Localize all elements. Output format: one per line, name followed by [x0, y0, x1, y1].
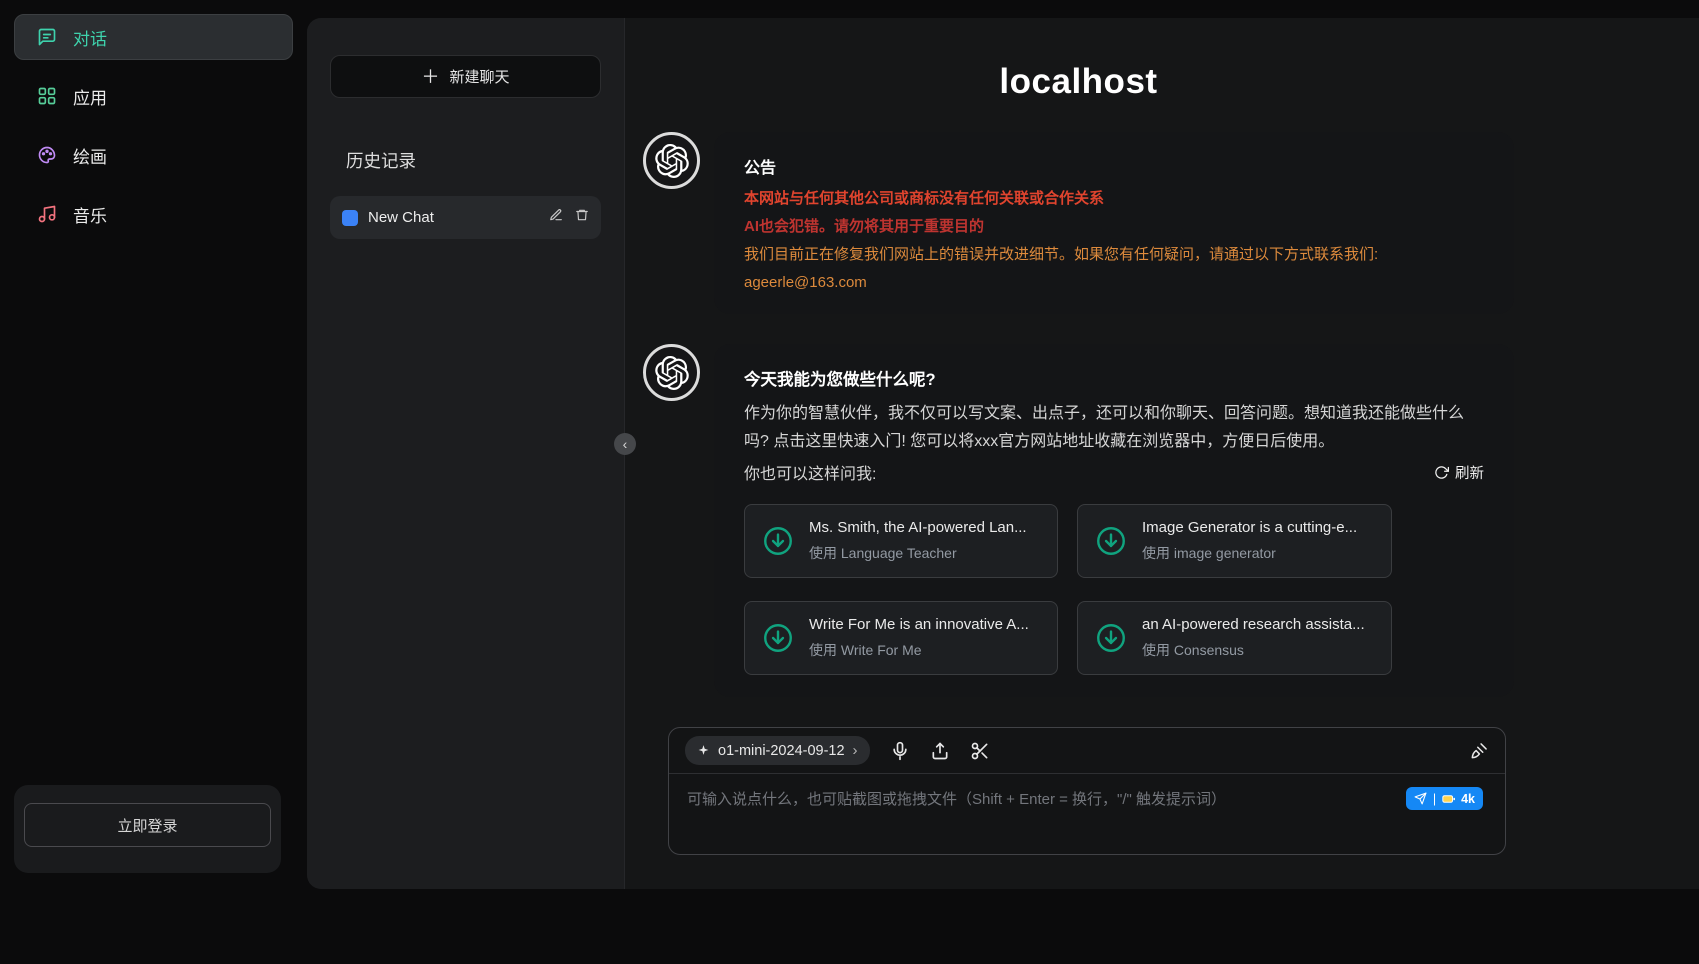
suggestion-subtitle: 使用 Consensus [1142, 640, 1365, 660]
suggestion-card[interactable]: Image Generator is a cutting-e... 使用 ima… [1077, 504, 1392, 578]
announcement-line-1: 本网站与任何其他公司或商标没有任何关联或合作关系 [744, 188, 1484, 209]
suggestion-text: Image Generator is a cutting-e... 使用 ima… [1142, 519, 1357, 563]
sidebar-item-apps[interactable]: 应用 [14, 73, 293, 119]
palette-icon [37, 145, 57, 165]
composer-toolbar: o1-mini-2024-09-12 › [669, 728, 1505, 774]
apps-grid-icon [37, 86, 57, 106]
ask-hint: 你也可以这样问我: [744, 460, 876, 484]
suggestion-grid: Ms. Smith, the AI-powered Lan... 使用 Lang… [744, 504, 1484, 675]
content-panel: ＋ 新建聊天 历史记录 New Chat ‹ [307, 18, 1699, 889]
new-chat-button[interactable]: ＋ 新建聊天 [330, 55, 601, 98]
download-circle-icon [761, 621, 795, 655]
contact-email-link[interactable]: ageerle@163.com [744, 274, 867, 291]
announcement-line-3: 我们目前正在修复我们网站上的错误并改进细节。如果您有任何疑问，请通过以下方式联系… [744, 244, 1484, 265]
announcement-card: 公告 本网站与任何其他公司或商标没有任何关联或合作关系 AI也会犯错。请勿将其用… [714, 132, 1514, 314]
model-selector[interactable]: o1-mini-2024-09-12 › [685, 736, 870, 765]
openai-logo-icon [655, 356, 689, 390]
suggestion-title: Ms. Smith, the AI-powered Lan... [809, 519, 1027, 536]
chevron-left-icon: ‹ [623, 436, 628, 452]
suggestion-subtitle: 使用 Language Teacher [809, 543, 1027, 563]
delete-icon[interactable] [575, 208, 589, 227]
ask-row: 你也可以这样问我: 刷新 [744, 460, 1484, 484]
upload-button[interactable] [930, 741, 950, 761]
chevron-right-icon: › [853, 742, 858, 759]
page-title: localhost [643, 62, 1514, 102]
main-area: localhost 公告 本网站与任何其他公司或商标没有任何关联或合作关系 AI… [625, 18, 1699, 889]
battery-icon [1442, 794, 1455, 804]
download-circle-icon [761, 524, 795, 558]
download-circle-icon [1094, 621, 1128, 655]
sidebar-item-chat[interactable]: 对话 [14, 14, 293, 60]
assistant-avatar [643, 132, 700, 189]
sidebar-item-label: 绘画 [73, 143, 107, 168]
welcome-title: 今天我能为您做些什么呢? [744, 366, 1484, 390]
send-button[interactable]: | 4k [1406, 787, 1483, 810]
plus-icon: ＋ [421, 68, 439, 86]
announcement-line-2: AI也会犯错。请勿将其用于重要目的 [744, 216, 1484, 237]
collapse-sidebar-button[interactable]: ‹ [614, 433, 636, 455]
edit-icon[interactable] [549, 208, 563, 227]
sidebar-item-music[interactable]: 音乐 [14, 191, 293, 237]
suggestion-text: Ms. Smith, the AI-powered Lan... 使用 Lang… [809, 519, 1027, 563]
sidebar: 对话 应用 绘画 音乐 立即登录 [0, 0, 307, 964]
refresh-label: 刷新 [1455, 462, 1484, 483]
suggestion-text: Write For Me is an innovative A... 使用 Wr… [809, 616, 1029, 660]
sidebar-item-label: 音乐 [73, 202, 107, 227]
chat-bubble-icon [37, 27, 57, 47]
suggestion-card[interactable]: Ms. Smith, the AI-powered Lan... 使用 Lang… [744, 504, 1058, 578]
welcome-message: 今天我能为您做些什么呢? 作为你的智慧伙伴，我不仅可以写文案、出点子，还可以和你… [643, 344, 1514, 697]
suggestion-subtitle: 使用 Write For Me [809, 640, 1029, 660]
assistant-avatar [643, 344, 700, 401]
suggestion-text: an AI-powered research assista... 使用 Con… [1142, 616, 1365, 660]
sidebar-item-paint[interactable]: 绘画 [14, 132, 293, 178]
chat-history-item[interactable]: New Chat [330, 196, 601, 239]
refresh-icon [1434, 465, 1449, 480]
clip-button[interactable] [970, 741, 990, 761]
microphone-icon [890, 741, 910, 761]
send-plane-icon [1414, 792, 1427, 805]
broom-icon [1469, 741, 1489, 761]
model-name: o1-mini-2024-09-12 [718, 743, 845, 759]
upload-icon [930, 741, 950, 761]
chat-list-column: ＋ 新建聊天 历史记录 New Chat [307, 18, 625, 889]
composer: o1-mini-2024-09-12 › [668, 727, 1506, 855]
suggestion-title: an AI-powered research assista... [1142, 616, 1365, 633]
chat-item-actions [549, 208, 589, 227]
new-chat-label: 新建聊天 [449, 66, 509, 87]
welcome-card: 今天我能为您做些什么呢? 作为你的智慧伙伴，我不仅可以写文案、出点子，还可以和你… [714, 344, 1514, 697]
sparkle-icon [697, 744, 710, 757]
scissors-icon [970, 741, 990, 761]
sidebar-item-label: 应用 [73, 84, 107, 109]
suggestion-card[interactable]: an AI-powered research assista... 使用 Con… [1077, 601, 1392, 675]
sidebar-item-label: 对话 [73, 25, 107, 50]
chat-avatar-icon [342, 210, 358, 226]
announcement-message: 公告 本网站与任何其他公司或商标没有任何关联或合作关系 AI也会犯错。请勿将其用… [643, 132, 1514, 314]
suggestion-subtitle: 使用 image generator [1142, 543, 1357, 563]
chat-item-title: New Chat [368, 209, 539, 226]
login-card: 立即登录 [14, 785, 281, 873]
input-placeholder: 可输入说点什么，也可贴截图或拖拽文件（Shift + Enter = 换行，"/… [687, 788, 1487, 809]
download-circle-icon [1094, 524, 1128, 558]
music-note-icon [37, 204, 57, 224]
openai-logo-icon [655, 144, 689, 178]
token-count: 4k [1461, 792, 1475, 806]
welcome-body: 作为你的智慧伙伴，我不仅可以写文案、出点子，还可以和你聊天、回答问题。想知道我还… [744, 400, 1484, 456]
login-button[interactable]: 立即登录 [24, 803, 271, 847]
suggestion-title: Write For Me is an innovative A... [809, 616, 1029, 633]
clear-context-button[interactable] [1469, 741, 1489, 761]
message-input[interactable]: 可输入说点什么，也可贴截图或拖拽文件（Shift + Enter = 换行，"/… [669, 774, 1505, 854]
suggestion-card[interactable]: Write For Me is an innovative A... 使用 Wr… [744, 601, 1058, 675]
chat-content: localhost 公告 本网站与任何其他公司或商标没有任何关联或合作关系 AI… [643, 62, 1514, 889]
microphone-button[interactable] [890, 741, 910, 761]
history-title: 历史记录 [346, 148, 601, 173]
announcement-title: 公告 [744, 154, 1484, 178]
app-window: 对话 应用 绘画 音乐 立即登录 ＋ [0, 0, 1699, 964]
divider: | [1433, 792, 1436, 806]
refresh-button[interactable]: 刷新 [1434, 462, 1484, 483]
suggestion-title: Image Generator is a cutting-e... [1142, 519, 1357, 536]
